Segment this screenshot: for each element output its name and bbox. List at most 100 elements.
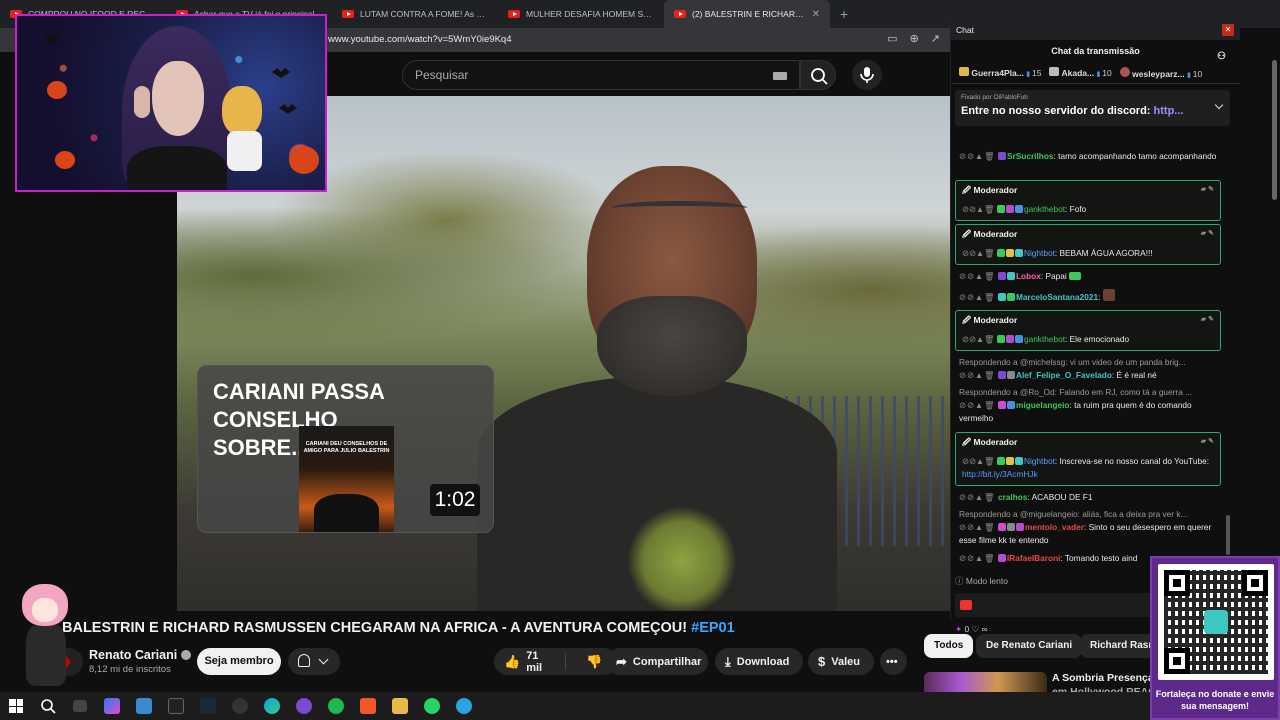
moderator-tools-icons[interactable]: ▰ ✎ (1201, 229, 1214, 237)
taskbar-search[interactable] (32, 692, 64, 720)
url-field[interactable]: www.youtube.com/watch?v=5WmY0ie9Kq4 (328, 34, 512, 45)
search-placeholder: Pesquisar (415, 68, 469, 82)
like-button[interactable]: 👍 71 mil (494, 650, 566, 674)
chat-input[interactable] (955, 593, 1155, 617)
chat-username[interactable]: MarceloSantana2021 (1016, 292, 1098, 302)
screen-icon[interactable]: ▭ (887, 32, 897, 45)
browser-tab[interactable]: LUTAM CONTRA A FOME! As Cidades (332, 0, 498, 28)
streamer-shirt (127, 146, 227, 190)
telegram-icon (456, 698, 472, 714)
taskbar-app[interactable] (256, 692, 288, 720)
chat-username[interactable]: gankthebot (1024, 204, 1065, 214)
taskbar-app[interactable] (96, 692, 128, 720)
moderator-tools-icons[interactable]: ▰ ✎ (1201, 185, 1214, 193)
taskbar-app[interactable] (352, 692, 384, 720)
reply-context[interactable]: Respondendo a @Ro_Od: Falando em RJ, com… (959, 386, 1221, 399)
taskbar-app[interactable] (320, 692, 352, 720)
taskbar-app[interactable] (288, 692, 320, 720)
chat-username[interactable]: Nightbot (1024, 248, 1055, 258)
pumpkin-decoration (289, 146, 319, 174)
mascot-face (32, 598, 58, 622)
tab-title: LUTAM CONTRA A FOME! As Cidades (360, 9, 488, 19)
chat-username[interactable]: gankthebot (1024, 334, 1065, 344)
donor-name: Guerra4Pla... (971, 68, 1024, 78)
pinned-by: Fixado por OiPabloFub (961, 94, 1028, 101)
taskbar-app[interactable] (160, 692, 192, 720)
taskbar-app[interactable] (128, 692, 160, 720)
share-icon[interactable]: ↗ (931, 32, 940, 45)
voice-search-button[interactable] (852, 60, 882, 90)
windows-logo-icon (9, 699, 23, 713)
browser-tab-active[interactable]: (2) BALESTRIN E RICHARD RASM ✕ (664, 0, 830, 28)
moderator-label: Moderador (973, 185, 1018, 195)
donor-item[interactable]: Akada... 10 (1049, 67, 1112, 78)
short-card-duration: 1:02 (430, 484, 480, 516)
keyboard-icon[interactable] (773, 72, 787, 80)
chat-username[interactable]: Lobox (1016, 271, 1041, 281)
thumbs-up-icon: 👍 (504, 653, 521, 669)
pinned-message[interactable]: Fixado por OiPabloFub Entre no nosso ser… (955, 90, 1230, 126)
channel-name[interactable]: Renato Cariani (89, 648, 192, 662)
donation-caption: Fortaleça no donate e envie sua mensagem… (1155, 689, 1275, 711)
chat-username[interactable]: SrSucrilhos (1007, 151, 1054, 161)
search-button[interactable] (800, 60, 836, 90)
browser-tab[interactable]: MULHER DESAFIA HOMEM SEM 1 PE (498, 0, 664, 28)
qr-code[interactable] (1158, 564, 1274, 680)
reaction-icon[interactable]: ✦ (955, 624, 962, 634)
taskbar-app[interactable] (448, 692, 480, 720)
suggested-video-title[interactable]: A Sombria Presença (1052, 672, 1154, 684)
donation-qr-box: Fortaleça no donate e envie sua mensagem… (1150, 556, 1280, 720)
search-input[interactable]: Pesquisar (402, 60, 800, 90)
chat-scrollbar[interactable] (1226, 515, 1230, 555)
new-tab-button[interactable]: + (830, 6, 858, 22)
chat-text: : Ele emocionado (1065, 334, 1130, 344)
mod-tools-icons[interactable]: ⊘⊘▲🗑 (959, 151, 996, 161)
chip-channel[interactable]: De Renato Cariani (976, 634, 1083, 658)
share-arrow-icon: ➦ (616, 653, 627, 669)
heart-icon[interactable]: ♡ (972, 624, 980, 634)
chat-username[interactable]: mentolo_vader (1025, 522, 1084, 532)
reply-context[interactable]: Respondendo a @michelssg: vi um video de… (959, 356, 1221, 369)
chat-username[interactable]: miguelangeio (1016, 400, 1069, 410)
channel-name-text: Renato Cariani (89, 648, 178, 662)
page-scrollbar[interactable] (1272, 60, 1277, 200)
task-view-button[interactable] (64, 692, 96, 720)
chat-link[interactable]: http://bit.ly/3AcmHJk (962, 469, 1038, 479)
store-icon (136, 698, 152, 714)
donor-item[interactable]: Guerra4Pla... 15 (959, 67, 1041, 78)
taskbar-app[interactable] (384, 692, 416, 720)
qr-logo-icon (1204, 610, 1228, 634)
camera-icon[interactable] (960, 600, 972, 610)
video-hashtag[interactable]: #EP01 (691, 620, 735, 636)
pinned-link[interactable]: http... (1154, 105, 1184, 117)
zoom-icon[interactable]: ⊕ (910, 32, 919, 45)
suggested-short-card[interactable]: CARIANI PASSA CONSELHO SOBRE... CARIANI … (197, 365, 494, 533)
more-icon: ••• (886, 655, 898, 668)
share-button[interactable]: ➦ Compartilhar (606, 648, 708, 675)
donor-item[interactable]: wesleyparz... 10 (1119, 66, 1202, 79)
chat-text: : Tomando testo aind (1060, 553, 1138, 563)
chat-username[interactable]: Alef_Felipe_O_Favelado (1016, 370, 1112, 380)
start-button[interactable] (0, 692, 32, 720)
moderator-tools-icons[interactable]: ▰ ✎ (1201, 315, 1214, 323)
reply-context[interactable]: Respondendo a @miguelangeio: aliás, fica… (959, 508, 1221, 521)
close-icon[interactable]: ✕ (1222, 24, 1234, 36)
chat-username[interactable]: Nightbot (1024, 456, 1055, 466)
chip-all[interactable]: Todos (924, 634, 974, 658)
participants-icon[interactable]: ⚇ (1217, 46, 1226, 68)
download-button[interactable]: ⤓ Download (715, 648, 803, 675)
taskbar-app[interactable] (192, 692, 224, 720)
more-actions-button[interactable]: ••• (880, 648, 907, 675)
chat-username[interactable]: cralhos (998, 492, 1028, 502)
taskbar-app[interactable] (224, 692, 256, 720)
chat-message: ⊘⊘▲🗑 cralhos: ACABOU DE F1 (959, 492, 1093, 502)
chat-username[interactable]: IRafaelBaroni (1007, 553, 1060, 563)
close-tab-icon[interactable]: ✕ (812, 9, 820, 20)
moderator-tools-icons[interactable]: ▰ ✎ (1201, 437, 1214, 445)
dislike-button[interactable]: 👎 (572, 654, 602, 670)
taskbar-app[interactable] (416, 692, 448, 720)
join-button[interactable]: Seja membro (197, 648, 281, 675)
notifications-button[interactable] (288, 648, 340, 675)
thanks-button[interactable]: $ Valeu (808, 648, 874, 675)
chat-text: : Sinto o seu desespero em querer esse f… (959, 522, 1212, 545)
